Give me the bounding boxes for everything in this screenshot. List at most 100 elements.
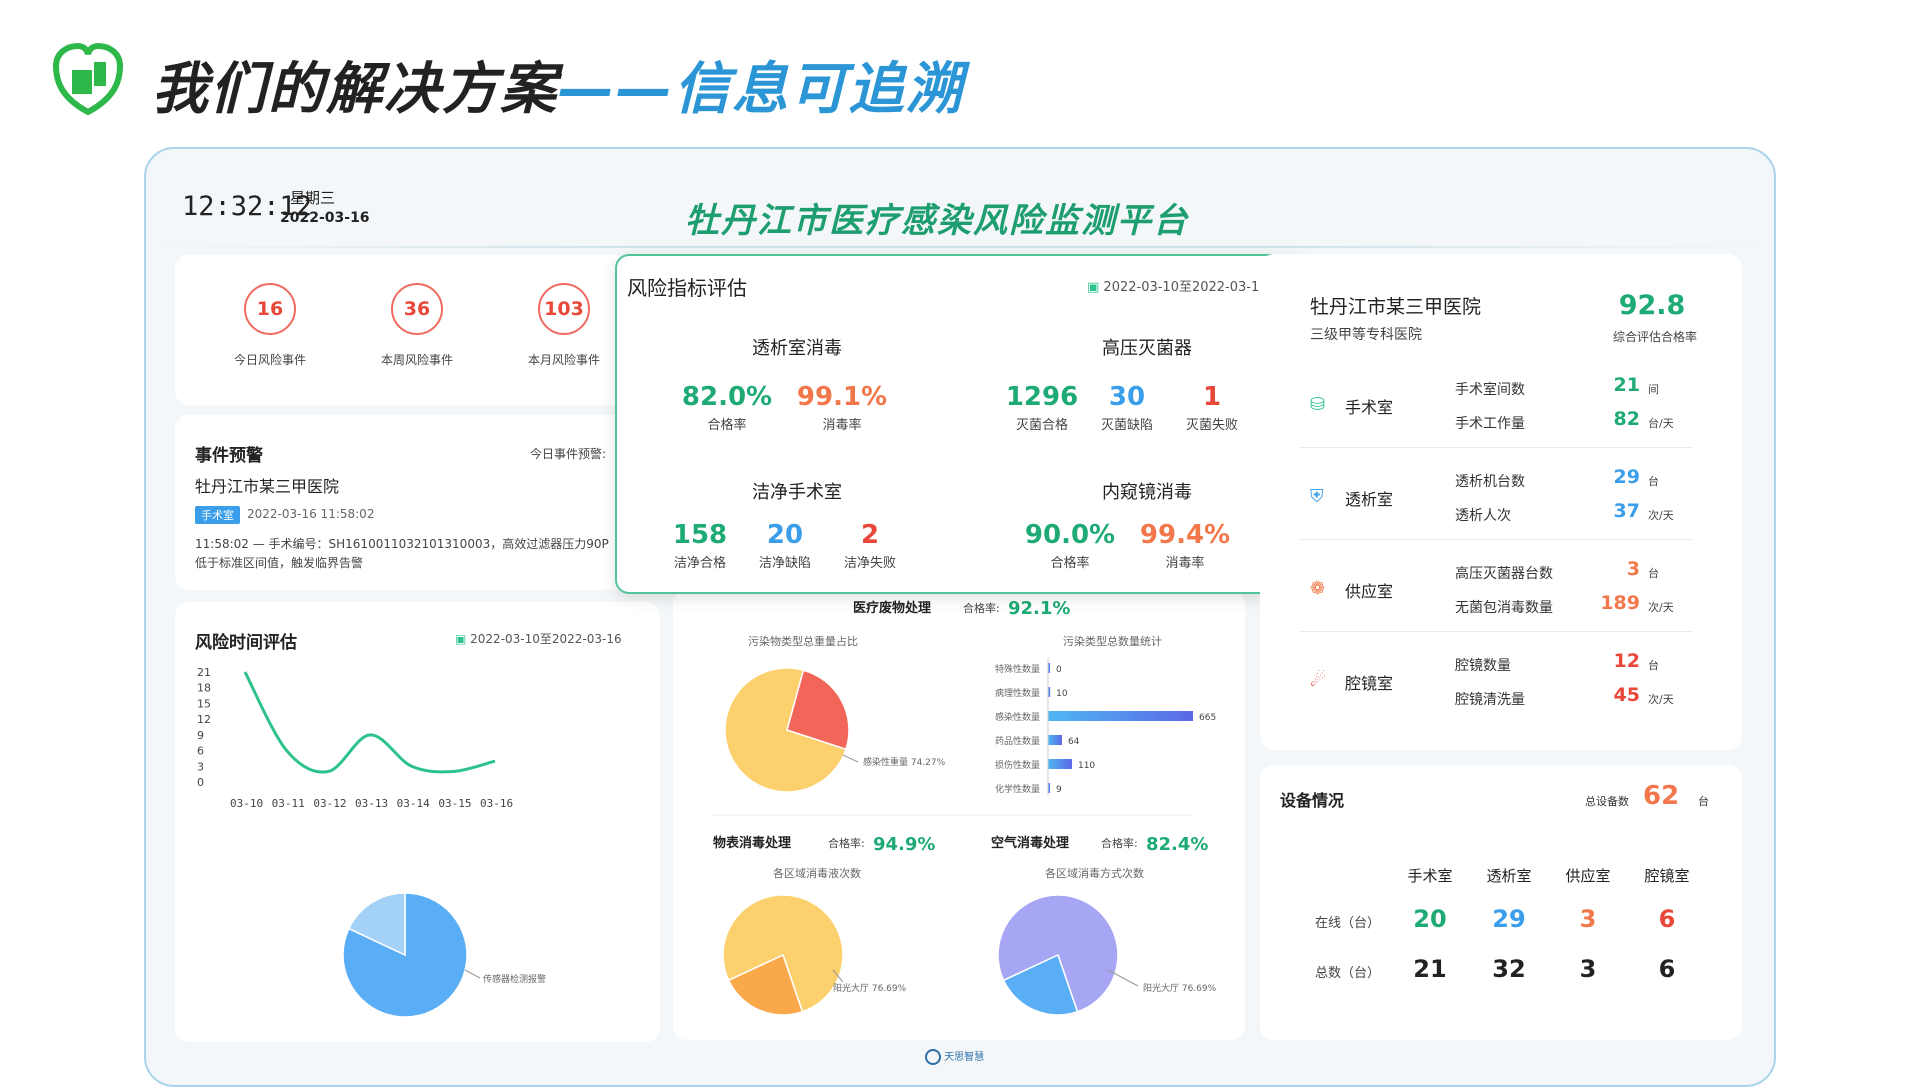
alert-today-label: 今日事件预警: (530, 447, 607, 461)
risk-time-pie-chart: 传感器检测报警 (342, 892, 546, 1018)
hospital-score: 92.8 (1618, 290, 1686, 321)
device-status-card: 设备情况 总设备数 62 台 在线（台） 总数（台） 手术室 透析室 供应室 腔… (1260, 765, 1742, 1040)
bar-category-label: 特殊性数量 (995, 663, 1040, 675)
stat-unit: 次/天 (1648, 693, 1674, 706)
brand-logo-icon (925, 1049, 941, 1065)
medical-waste-card: 医疗废物处理 合格率: 92.1% 污染物类型总重量占比 污染类型总数量统计 感… (673, 590, 1245, 1040)
counter-week[interactable]: 36 本周风险事件 (357, 283, 477, 368)
waste-pie-label: 感染性重量 74.27% (863, 756, 946, 768)
device-total-value: 62 (1643, 781, 1680, 811)
stat-value: 82 (1613, 408, 1640, 430)
metric-value: 2 (860, 520, 880, 550)
heart-logo-icon (52, 42, 124, 116)
pie-label: 传感器检测报警 (483, 973, 546, 985)
x-tick-label: 03-10 (230, 797, 263, 810)
online-row-label: 在线（台） (1315, 916, 1381, 931)
dept-row-endoscope[interactable]: ☄ 腔镜室 腔镜数量 12 台 腔镜清洗量 45 次/天 (1260, 632, 1742, 724)
bar-category-label: 病理性数量 (995, 687, 1040, 699)
stat-value: 21 (1613, 374, 1640, 396)
surface-rate: 94.9% (873, 834, 935, 855)
surface-subtitle: 各区域消毒液次数 (773, 866, 861, 880)
bar-value-label: 110 (1078, 761, 1095, 771)
bed-icon: ⛁ (1310, 394, 1326, 415)
stat-label: 透析机台数 (1455, 474, 1525, 490)
or-fail: 2 洁净失败 (815, 520, 925, 571)
metric-label: 合格率 (1050, 556, 1090, 571)
platform-title: 牡丹江市医疗感染风险监测平台 (685, 201, 1189, 241)
stat-unit: 次/天 (1648, 509, 1674, 522)
total-row-label: 总数（台） (1315, 966, 1381, 981)
stat-unit: 台 (1648, 475, 1659, 488)
device-total-unit: 台 (1698, 795, 1709, 808)
stat-unit: 台/天 (1648, 417, 1674, 430)
weekday: 星期三 (290, 189, 336, 207)
stat-label: 无菌包消毒数量 (1455, 600, 1553, 616)
brand-name: 天思智慧 (944, 1052, 985, 1063)
device-total-count: 21 (1413, 955, 1447, 983)
x-tick-label: 03-14 (397, 797, 430, 810)
supply-icon: ❁ (1310, 578, 1326, 599)
dialysis-icon: ⛨ (1310, 486, 1324, 507)
device-col-header: 供应室 (1565, 867, 1611, 885)
alert-hospital: 牡丹江市某三甲医院 (195, 477, 340, 496)
waste-bar-chart: 特殊性数量 0 病理性数量 10 感染性数量 665 药品性数量 64 损伤性数量 110 化学性数… (995, 658, 1216, 796)
metric-value: 1 (1202, 382, 1222, 412)
air-pie-label: 阳光大厅 76.69% (1143, 982, 1217, 994)
risk-indicator-range[interactable]: ▣ 2022-03-10至2022-03-16 (1087, 276, 1268, 295)
bar-value-label: 0 (1056, 665, 1062, 675)
x-tick-label: 03-15 (438, 797, 471, 810)
waste-bar (1048, 711, 1193, 721)
surface-rate-label: 合格率: (828, 836, 865, 850)
bar-category-label: 感染性数量 (995, 711, 1040, 723)
y-tick-label: 3 (197, 760, 204, 773)
risk-time-line-chart: 21 18 15 12 9 6 3 0 03-10 03-11 03-12 03-13 03-14 03-… (197, 666, 513, 810)
counter-value: 103 (538, 283, 590, 335)
x-tick-label: 03-13 (355, 797, 388, 810)
sterilizer-fail: 1 灭菌失败 (1157, 382, 1267, 433)
footer-brand: 天思智慧 (925, 1048, 984, 1065)
hospital-name: 牡丹江市某三甲医院 (1310, 296, 1482, 318)
dept-row-dialysis[interactable]: ⛨ 透析室 透析机台数 29 台 透析人次 37 次/天 (1260, 448, 1742, 540)
device-title: 设备情况 (1280, 791, 1345, 810)
counter-today[interactable]: 16 今日风险事件 (210, 283, 330, 368)
metric-label: 灭菌失败 (1185, 418, 1238, 433)
stat-value: 12 (1613, 650, 1640, 672)
stat-label: 高压灭菌器台数 (1455, 566, 1553, 582)
device-col-header: 腔镜室 (1644, 867, 1690, 885)
metric-value: 82.0% (681, 382, 773, 412)
waste-pie-title: 污染物类型总重量占比 (748, 634, 858, 648)
waste-bar (1048, 759, 1072, 769)
stat-unit: 间 (1648, 383, 1659, 396)
slide-subtitle: 信息可追溯 (674, 57, 964, 122)
dept-name: 腔镜室 (1345, 674, 1394, 693)
risk-indicator-panel[interactable]: 风险指标评估 ▣ 2022-03-10至2022-03-16 透析室消毒 82.… (615, 254, 1305, 594)
y-tick-label: 9 (197, 729, 204, 742)
counter-label: 本周风险事件 (380, 353, 453, 367)
counter-value: 36 (391, 283, 443, 335)
stat-label: 透析人次 (1455, 508, 1511, 524)
device-total-label: 总设备数 (1585, 795, 1629, 808)
stat-unit: 台 (1648, 567, 1659, 580)
hospital-type: 三级甲等专科医院 (1310, 327, 1422, 343)
dialysis-pass-rate: 82.0% 合格率 (672, 382, 782, 433)
date-range-text: 2022-03-10至2022-03-16 (470, 632, 622, 646)
bar-category-label: 损伤性数量 (995, 759, 1040, 771)
dept-row-supply[interactable]: ❁ 供应室 高压灭菌器台数 3 台 无菌包消毒数量 189 次/天 (1260, 540, 1742, 632)
pie-leader-line (842, 754, 859, 763)
stat-unit: 次/天 (1648, 601, 1674, 614)
risk-line-series (243, 671, 496, 774)
hospital-info-card: 牡丹江市某三甲医院 三级甲等专科医院 92.8 综合评估合格率 ⛁ 手术室 手术… (1260, 254, 1742, 750)
bar-value-label: 10 (1056, 689, 1068, 699)
calendar-icon: ▣ (1087, 280, 1104, 295)
y-tick-label: 21 (197, 666, 211, 679)
risk-indicator-title: 风险指标评估 (627, 276, 747, 300)
metric-label: 消毒率 (822, 418, 862, 433)
risk-time-range[interactable]: ▣ 2022-03-10至2022-03-16 (455, 630, 622, 647)
bar-category-label: 化学性数量 (995, 783, 1040, 795)
endoscope-section-title: 内窥镜消毒 (1102, 482, 1192, 503)
alert-message[interactable]: 11:58:02 — 手术编号：SH1610011032101310003，高效… (195, 535, 620, 575)
device-total-count: 32 (1492, 955, 1526, 983)
bar-value-label: 665 (1199, 713, 1216, 723)
dept-row-or[interactable]: ⛁ 手术室 手术室间数 21 间 手术工作量 82 台/天 (1260, 356, 1742, 448)
counter-month[interactable]: 103 本月风险事件 (504, 283, 624, 368)
